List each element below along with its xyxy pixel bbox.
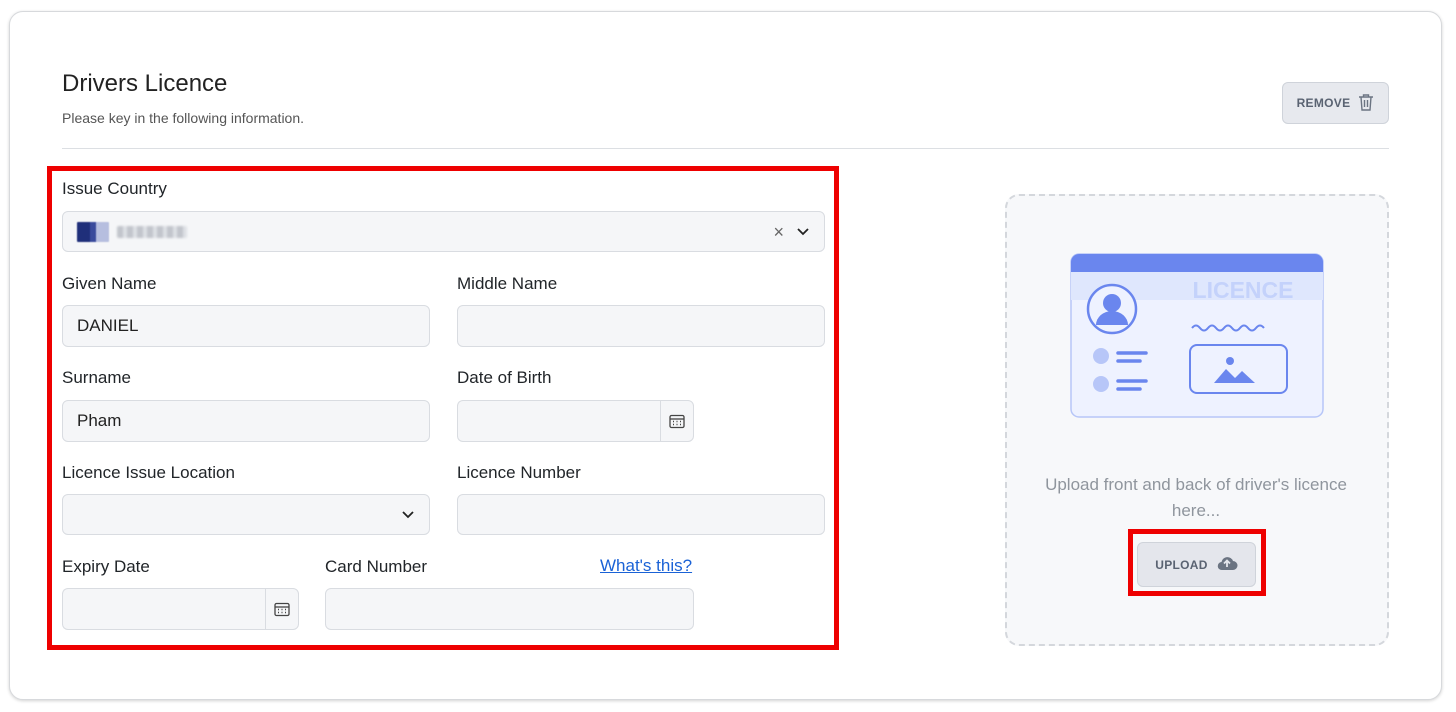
calendar-icon[interactable] xyxy=(660,400,694,442)
expiry-date-label: Expiry Date xyxy=(62,557,150,576)
licence-number-input[interactable] xyxy=(457,494,825,535)
licence-illustration: LICENCE xyxy=(1068,253,1326,426)
header-divider xyxy=(62,148,1389,149)
calendar-icon[interactable] xyxy=(265,588,299,630)
upload-button-label: UPLOAD xyxy=(1155,557,1208,572)
page-subtitle: Please key in the following information. xyxy=(62,110,305,126)
middle-name-label: Middle Name xyxy=(457,274,558,293)
illustration-licence-text: LICENCE xyxy=(1193,277,1294,303)
remove-button-label: REMOVE xyxy=(1296,96,1351,110)
chevron-down-icon[interactable] xyxy=(796,223,810,237)
licence-issue-location-select[interactable] xyxy=(62,494,430,535)
issue-country-select[interactable]: × xyxy=(62,211,825,252)
date-of-birth-picker[interactable] xyxy=(457,400,694,442)
expiry-date-input[interactable] xyxy=(62,588,265,630)
upload-button[interactable]: UPLOAD xyxy=(1137,542,1256,587)
upload-instruction: Upload front and back of driver's licenc… xyxy=(1045,475,1347,520)
date-of-birth-label: Date of Birth xyxy=(457,368,552,387)
cloud-upload-icon xyxy=(1216,555,1238,574)
card-number-input[interactable] xyxy=(325,588,694,630)
remove-button[interactable]: REMOVE xyxy=(1282,82,1389,124)
country-name-redacted xyxy=(117,225,187,238)
given-name-label: Given Name xyxy=(62,274,157,293)
given-name-input[interactable] xyxy=(62,305,430,347)
issue-country-label: Issue Country xyxy=(62,179,167,198)
surname-label: Surname xyxy=(62,368,131,387)
country-flag xyxy=(77,221,109,242)
middle-name-input[interactable] xyxy=(457,305,825,347)
clear-icon[interactable]: × xyxy=(773,222,784,243)
date-of-birth-input[interactable] xyxy=(457,400,660,442)
trash-icon xyxy=(1358,93,1374,114)
licence-number-label: Licence Number xyxy=(457,463,581,482)
page-title: Drivers Licence xyxy=(62,70,228,97)
licence-issue-location-label: Licence Issue Location xyxy=(62,463,235,482)
whats-this-link[interactable]: What's this? xyxy=(600,556,692,576)
expiry-date-picker[interactable] xyxy=(62,588,299,630)
card-number-label: Card Number xyxy=(325,557,428,576)
surname-input[interactable] xyxy=(62,400,430,442)
chevron-down-icon[interactable] xyxy=(401,506,415,520)
